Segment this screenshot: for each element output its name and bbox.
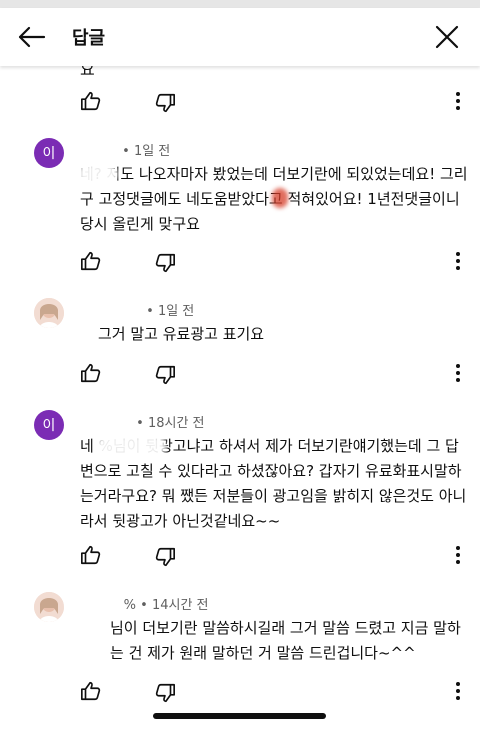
avatar-photo-icon (34, 298, 64, 328)
comment-meta: • 1일 전 (80, 140, 170, 159)
comment-meta: • 18시간 전 (80, 412, 205, 431)
avatar-photo-icon (34, 592, 64, 622)
avatar-initial: 이 (42, 418, 56, 434)
previous-comment-fragment: 요 (80, 66, 95, 79)
redaction-mark (70, 300, 146, 318)
status-strip (0, 0, 480, 8)
redaction-mark (96, 436, 166, 456)
thumbs-up-icon[interactable] (80, 90, 102, 112)
comment-time: • 1일 전 (146, 304, 195, 319)
home-indicator[interactable] (153, 713, 326, 719)
comment-time: • 1일 전 (122, 144, 171, 159)
redaction-mark (272, 188, 288, 208)
redaction-mark (66, 596, 110, 612)
thumbs-down-icon[interactable] (154, 92, 176, 114)
avatar-initial: 이 (42, 146, 56, 162)
replies-list[interactable]: 요 이 • 1일 전 네? 저도 나오자마자 봤었는데 더보기란에 되있었는데요… (0, 66, 480, 730)
comment-actions (0, 540, 480, 570)
thumbs-down-icon[interactable] (154, 252, 176, 274)
page-title: 답글 (72, 28, 106, 49)
comment-actions (0, 676, 480, 706)
thumbs-up-icon[interactable] (80, 544, 102, 566)
redaction-mark (78, 164, 118, 184)
avatar[interactable] (34, 298, 64, 328)
thumbs-up-icon[interactable] (80, 362, 102, 384)
thumbs-down-icon[interactable] (154, 546, 176, 568)
replies-header: 답글 (0, 8, 480, 66)
avatar[interactable]: 이 (34, 410, 64, 440)
thumbs-down-icon[interactable] (154, 682, 176, 704)
more-vertical-icon[interactable] (450, 362, 466, 384)
comment-time: • 18시간 전 (136, 416, 205, 431)
more-vertical-icon[interactable] (450, 680, 466, 702)
more-vertical-icon[interactable] (450, 250, 466, 272)
comment-text: 님이 더보기란 말씀하시길래 그거 말씀 드렸고 지금 말하는 건 제가 원래 … (110, 619, 461, 662)
more-vertical-icon[interactable] (450, 90, 466, 112)
thumbs-up-icon[interactable] (80, 680, 102, 702)
arrow-left-icon[interactable] (14, 22, 48, 52)
comment-actions (0, 246, 480, 276)
more-vertical-icon[interactable] (450, 544, 466, 566)
comment-actions (0, 358, 480, 388)
thumbs-down-icon[interactable] (154, 364, 176, 386)
avatar[interactable]: 이 (34, 138, 64, 168)
comment-actions (0, 86, 480, 116)
thumbs-up-icon[interactable] (80, 250, 102, 272)
redaction-mark (78, 620, 108, 638)
close-icon[interactable] (432, 22, 462, 52)
comment-time: • 14시간 전 (140, 598, 209, 613)
comment-text: 그거 말고 유료광고 표기요 (98, 325, 265, 343)
avatar[interactable] (34, 592, 64, 622)
